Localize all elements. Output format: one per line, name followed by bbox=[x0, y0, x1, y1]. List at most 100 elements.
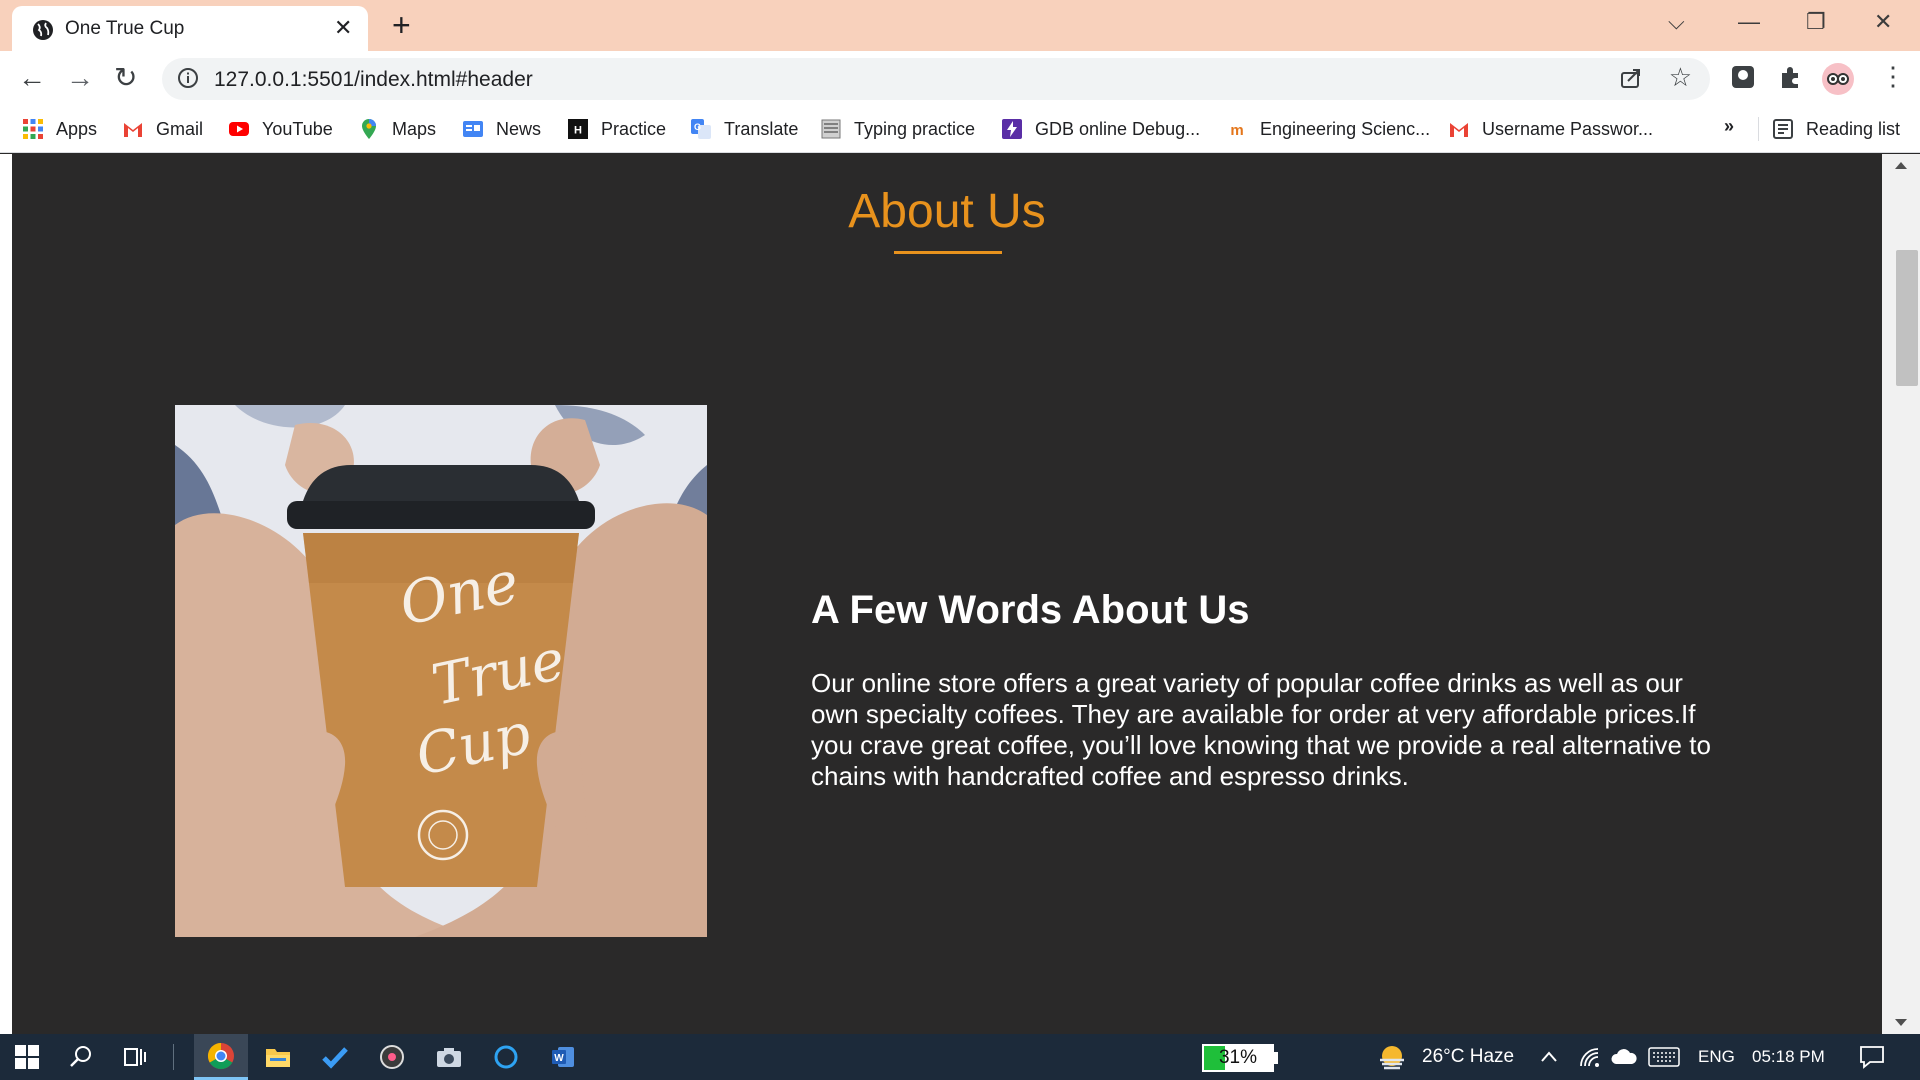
reload-button[interactable]: ↻ bbox=[114, 63, 137, 93]
svg-text:H: H bbox=[574, 125, 582, 137]
bookmark-label: Typing practice bbox=[854, 118, 976, 139]
bookmark-label: Practice bbox=[601, 118, 667, 139]
browser-menu-icon[interactable]: ⋮ bbox=[1880, 61, 1906, 91]
battery-percent: 31% bbox=[1218, 1047, 1258, 1068]
browser-titlebar: One True Cup ✕ + ⌵ — ❐ ✕ bbox=[0, 0, 1920, 51]
url-text[interactable]: 127.0.0.1:5501/index.html#header bbox=[214, 68, 533, 92]
more-bookmarks-button[interactable]: » bbox=[1724, 116, 1734, 137]
bookmark-engineering-science[interactable]: m Engineering Scienc... bbox=[1226, 116, 1430, 142]
windows-taskbar: W 31% 26°C Haze ENG 05:18 PM bbox=[0, 1034, 1920, 1080]
task-view-icon bbox=[124, 1048, 146, 1066]
page-scrollbar[interactable] bbox=[1882, 154, 1920, 1034]
cortana-button[interactable] bbox=[479, 1034, 533, 1080]
back-button[interactable]: ← bbox=[18, 63, 46, 93]
bookmark-practice[interactable]: H Practice bbox=[567, 116, 666, 142]
cortana-ring-icon bbox=[494, 1045, 518, 1069]
chrome-icon bbox=[207, 1042, 234, 1069]
bookmark-translate[interactable]: G Translate bbox=[690, 116, 798, 142]
media-player-button[interactable] bbox=[365, 1034, 419, 1080]
svg-text:m: m bbox=[1230, 122, 1243, 139]
notification-center-icon[interactable] bbox=[1858, 1044, 1886, 1070]
checkmark-icon bbox=[322, 1047, 348, 1069]
bookmark-label: Apps bbox=[56, 118, 98, 139]
restore-button[interactable]: ❐ bbox=[1806, 10, 1826, 34]
clock-time[interactable]: 05:18 PM bbox=[1752, 1047, 1825, 1067]
bookmark-label: Translate bbox=[724, 118, 799, 139]
bookmark-label: GDB online Debug... bbox=[1035, 118, 1201, 139]
windows-logo-icon bbox=[15, 1045, 39, 1069]
bookmark-youtube[interactable]: YouTube bbox=[228, 116, 333, 142]
extensions-puzzle-icon[interactable] bbox=[1778, 64, 1804, 90]
todo-app-button[interactable] bbox=[308, 1034, 362, 1080]
svg-text:G: G bbox=[694, 122, 701, 132]
bookmark-typing-practice[interactable]: Typing practice bbox=[820, 116, 975, 142]
folder-icon bbox=[266, 1049, 290, 1067]
scroll-down-arrow-icon[interactable] bbox=[1895, 1019, 1907, 1026]
title-underline bbox=[894, 251, 1002, 254]
search-button[interactable] bbox=[54, 1034, 108, 1080]
maps-pin-icon bbox=[362, 119, 376, 139]
browser-tab-active[interactable]: One True Cup ✕ bbox=[12, 6, 368, 51]
glasses-icon bbox=[1827, 73, 1849, 85]
window-close-button[interactable]: ✕ bbox=[1874, 10, 1892, 34]
extension-square-icon[interactable] bbox=[1730, 64, 1756, 90]
new-tab-button[interactable]: + bbox=[392, 8, 411, 42]
file-explorer-button[interactable] bbox=[251, 1034, 305, 1080]
bookmarks-bar: Apps Gmail YouTube Maps News H Practice … bbox=[0, 105, 1920, 153]
chevron-up-icon[interactable] bbox=[1540, 1050, 1558, 1064]
hackerrank-icon: H bbox=[568, 119, 588, 139]
weather-haze-icon[interactable] bbox=[1376, 1044, 1408, 1072]
gmail-icon bbox=[124, 123, 142, 137]
tab-search-icon[interactable]: ⌵ bbox=[1668, 10, 1685, 34]
address-bar[interactable]: 127.0.0.1:5501/index.html#header ☆ bbox=[162, 58, 1710, 100]
bookmark-gmail[interactable]: Gmail bbox=[122, 116, 203, 142]
bookmark-news[interactable]: News bbox=[462, 116, 541, 142]
globe-icon bbox=[33, 20, 53, 40]
google-translate-icon: G bbox=[691, 119, 711, 139]
word-app-button[interactable]: W bbox=[536, 1034, 590, 1080]
task-view-button[interactable] bbox=[108, 1034, 162, 1080]
bookmarks-divider bbox=[1758, 117, 1759, 141]
profile-avatar[interactable] bbox=[1822, 63, 1854, 95]
bookmark-label: Gmail bbox=[156, 118, 204, 139]
start-button[interactable] bbox=[0, 1034, 54, 1080]
bookmark-label: News bbox=[496, 118, 542, 139]
svg-text:W: W bbox=[554, 1053, 564, 1064]
bookmark-label: YouTube bbox=[262, 118, 333, 139]
wifi-icon[interactable] bbox=[1578, 1046, 1602, 1068]
about-section: About Us One True Cup A Few Words About … bbox=[12, 154, 1882, 1034]
site-info-icon[interactable] bbox=[176, 66, 200, 90]
minimize-button[interactable]: — bbox=[1738, 10, 1760, 34]
camera-app-button[interactable] bbox=[422, 1034, 476, 1080]
coffee-cup-illustration: One True Cup bbox=[175, 405, 707, 937]
gmail-icon bbox=[1450, 123, 1468, 137]
section-title: About Us bbox=[848, 185, 1046, 238]
bookmark-username-password[interactable]: Username Passwor... bbox=[1448, 116, 1653, 142]
word-icon: W bbox=[552, 1047, 574, 1067]
language-indicator[interactable]: ENG bbox=[1698, 1047, 1735, 1067]
share-icon[interactable] bbox=[1618, 65, 1644, 91]
tab-close-icon[interactable]: ✕ bbox=[334, 16, 352, 40]
browser-toolbar: ← → ↻ 127.0.0.1:5501/index.html#header ☆… bbox=[0, 51, 1920, 105]
battery-indicator[interactable]: 31% bbox=[1202, 1044, 1274, 1072]
scrollbar-thumb[interactable] bbox=[1896, 250, 1918, 386]
onedrive-cloud-icon[interactable] bbox=[1610, 1048, 1638, 1066]
reading-list-button[interactable]: Reading list bbox=[1772, 116, 1900, 142]
google-news-icon bbox=[463, 121, 483, 137]
bookmark-apps[interactable]: Apps bbox=[22, 116, 97, 142]
bookmark-star-icon[interactable]: ☆ bbox=[1669, 62, 1692, 92]
apps-grid-icon bbox=[23, 119, 43, 139]
forward-button[interactable]: → bbox=[66, 63, 94, 93]
bookmark-maps[interactable]: Maps bbox=[358, 116, 436, 142]
tab-title: One True Cup bbox=[65, 18, 185, 39]
about-description: Our online store offers a great variety … bbox=[811, 668, 1711, 791]
bookmark-gdb-online[interactable]: GDB online Debug... bbox=[1001, 116, 1200, 142]
scroll-up-arrow-icon[interactable] bbox=[1895, 162, 1907, 169]
weather-text[interactable]: 26°C Haze bbox=[1422, 1046, 1514, 1068]
gdb-icon bbox=[1002, 119, 1022, 139]
engineering-icon: m bbox=[1230, 122, 1243, 139]
keyboard-icon[interactable] bbox=[1648, 1046, 1680, 1068]
chrome-taskbar-button[interactable] bbox=[194, 1034, 248, 1080]
search-icon bbox=[70, 1046, 91, 1067]
battery-terminal bbox=[1274, 1052, 1278, 1064]
